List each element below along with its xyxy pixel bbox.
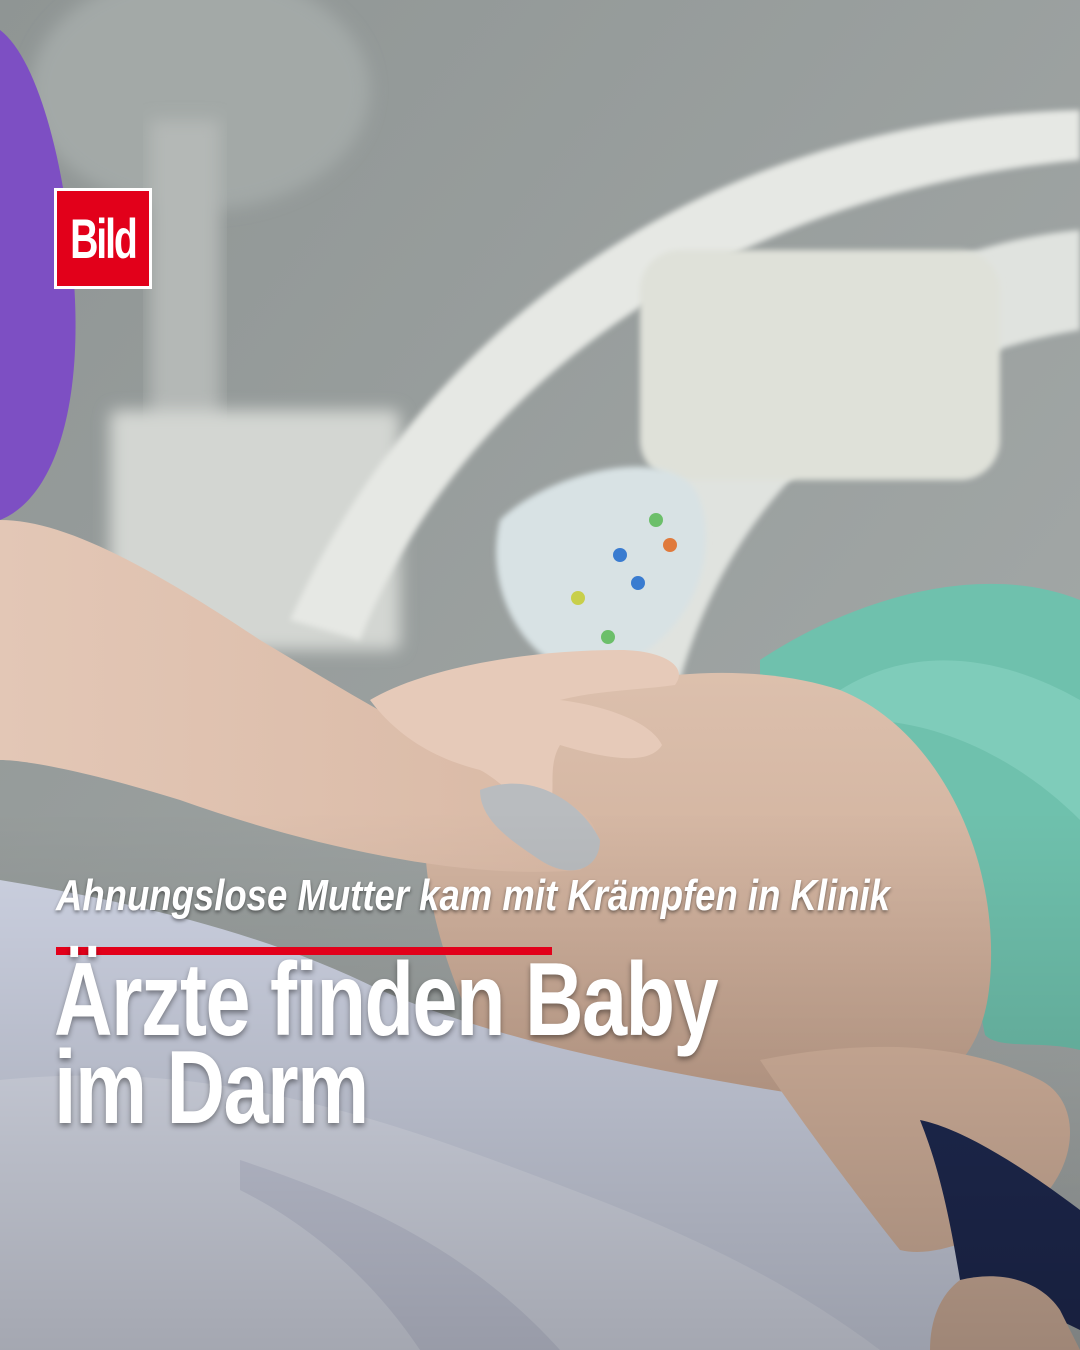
bild-logo: Bild xyxy=(54,188,152,289)
headline: Ärzte finden Baby im Darm xyxy=(54,948,834,1140)
kicker-text: Ahnungslose Mutter kam mit Krämpfen in K… xyxy=(56,871,890,920)
text-shade xyxy=(0,0,1080,1350)
background-photo xyxy=(0,0,1080,1350)
logo-text: Bild xyxy=(70,206,138,270)
post-canvas: Bild Ahnungslose Mutter kam mit Krämpfen… xyxy=(0,0,1080,1350)
